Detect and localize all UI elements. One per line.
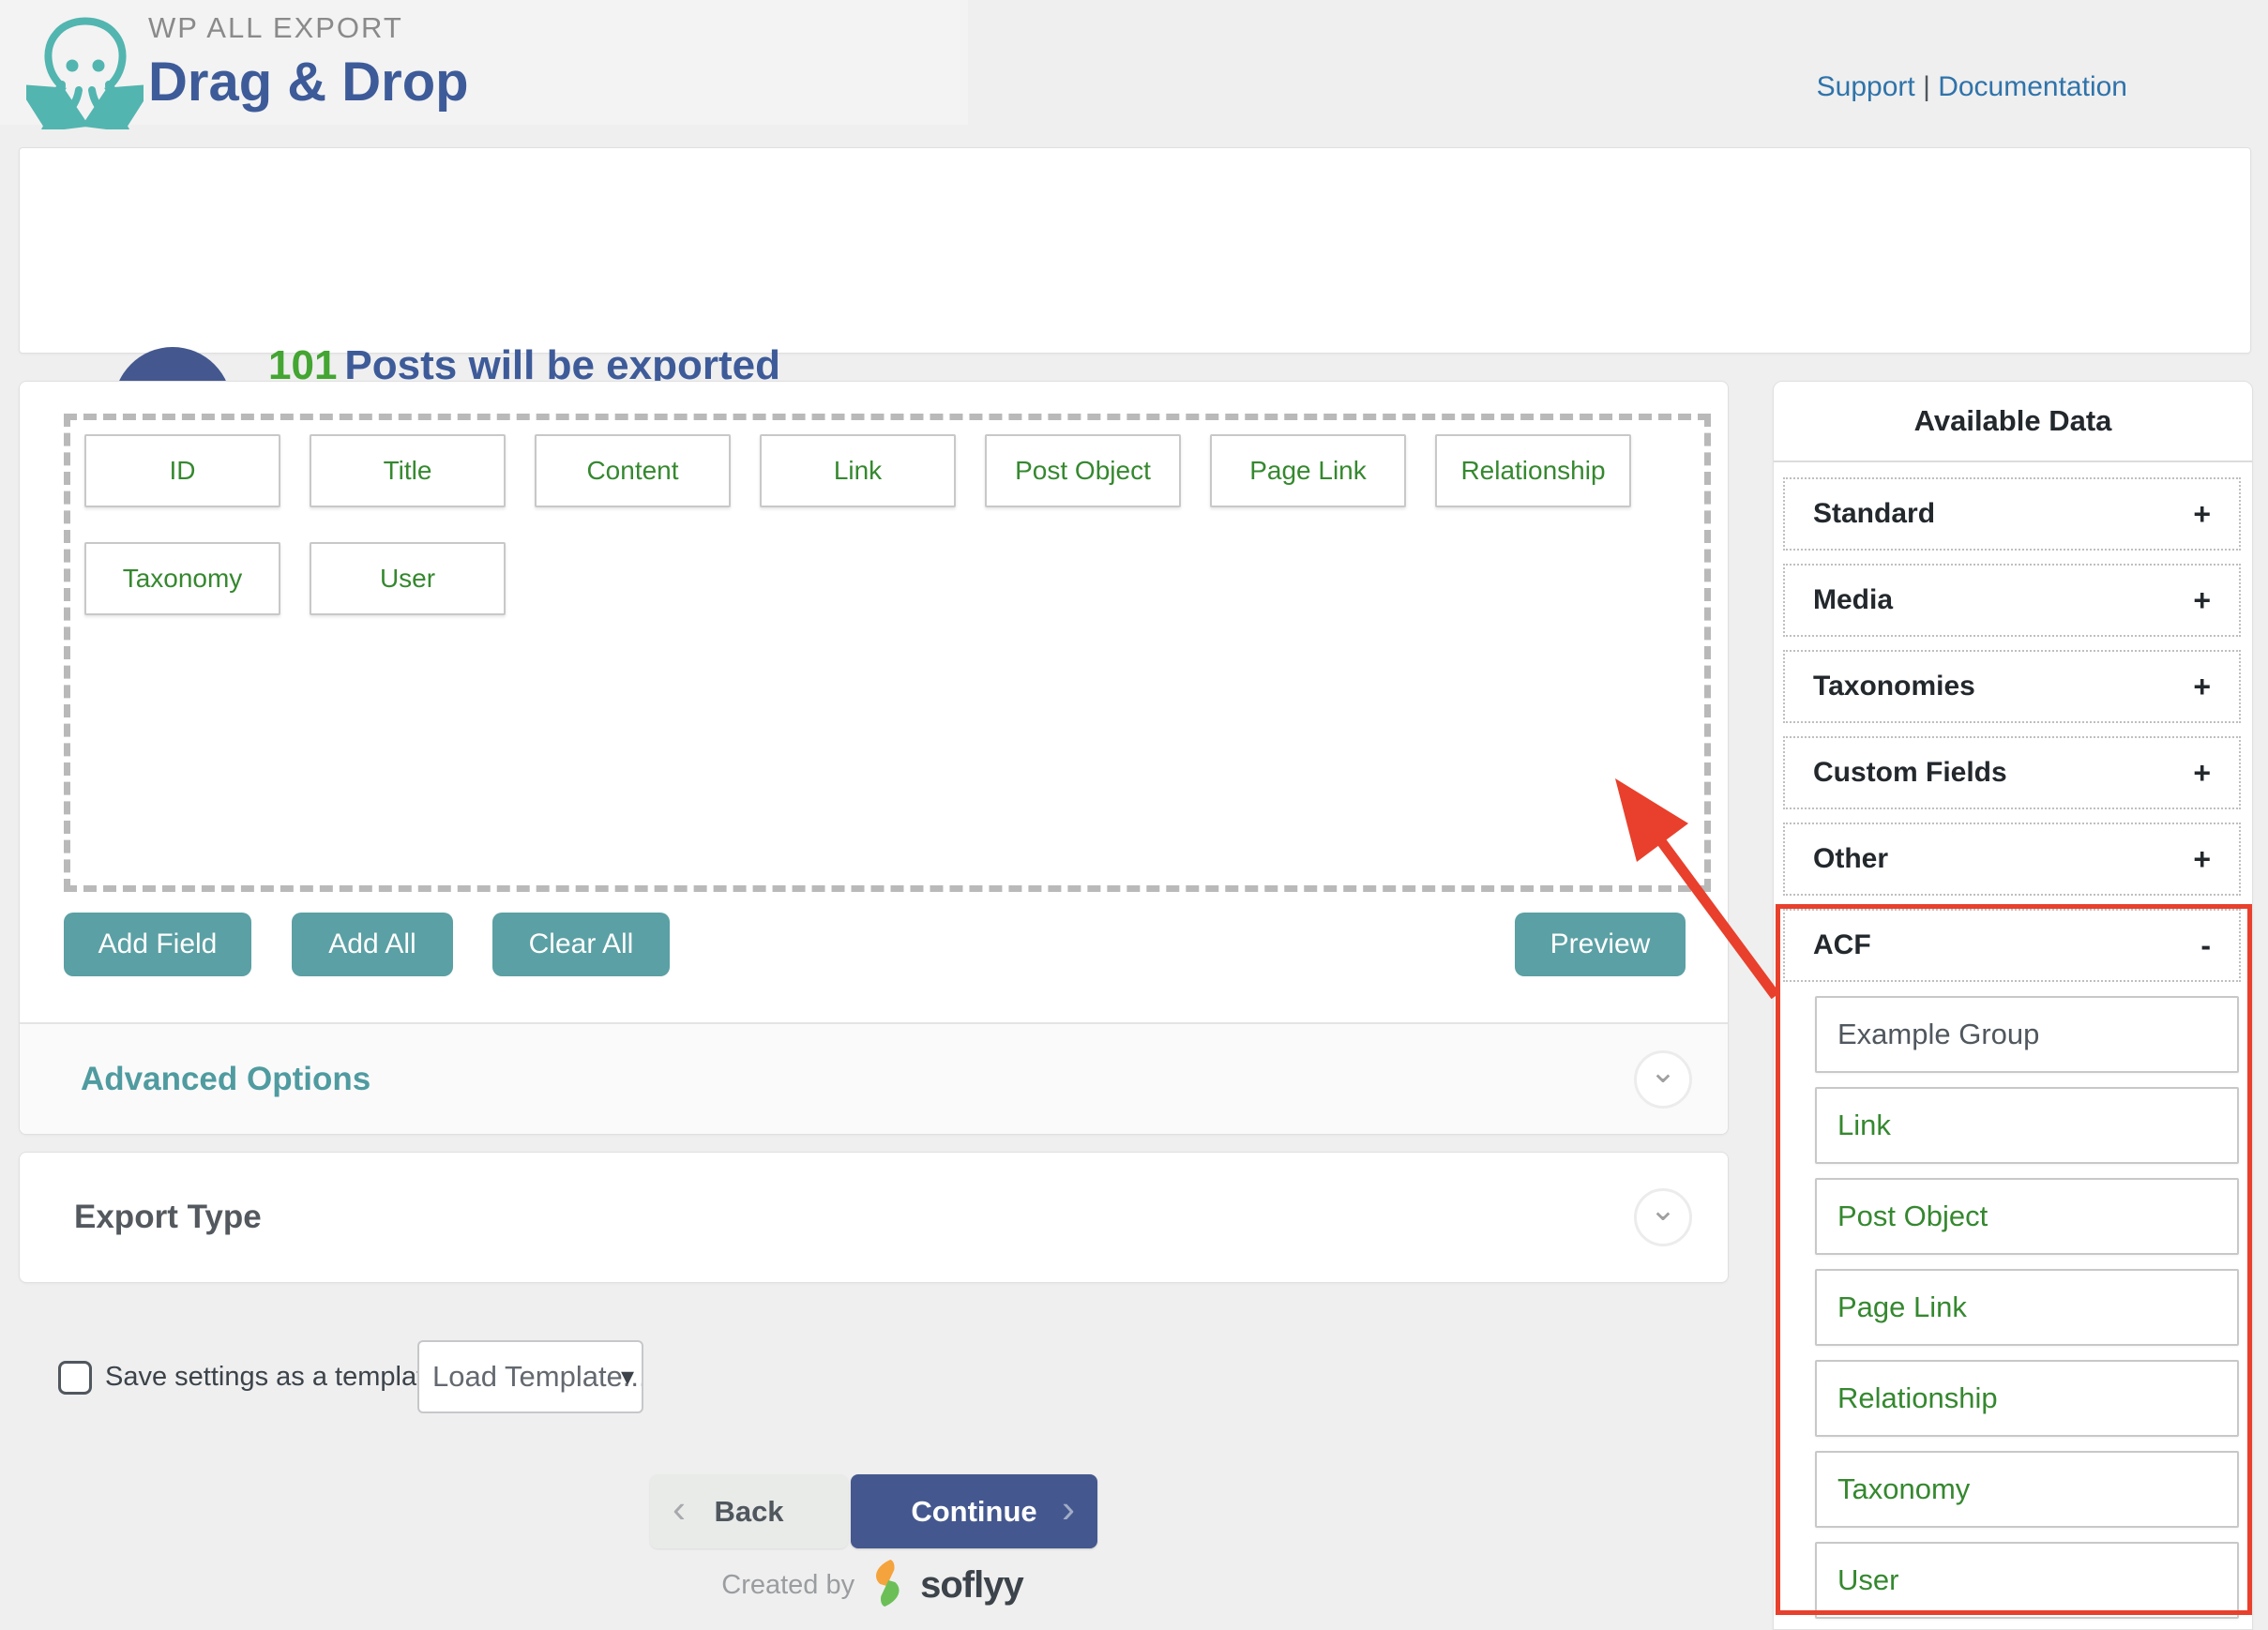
- chevron-right-icon: ›: [1062, 1487, 1075, 1532]
- field-chip-user[interactable]: User: [310, 542, 506, 615]
- field-chip-id[interactable]: ID: [84, 434, 280, 507]
- acf-item-relationship[interactable]: Relationship: [1815, 1360, 2239, 1437]
- acf-item-post-object[interactable]: Post Object: [1815, 1178, 2239, 1255]
- brand-top-label: WP ALL EXPORT: [148, 11, 469, 45]
- header-links: Support | Documentation: [1817, 71, 2127, 103]
- link-separator: |: [1915, 71, 1938, 102]
- field-chip-title[interactable]: Title: [310, 434, 506, 507]
- sidebar-section-taxonomies[interactable]: Taxonomies +: [1783, 650, 2241, 723]
- field-chip-link[interactable]: Link: [760, 434, 956, 507]
- field-chip-page-link[interactable]: Page Link: [1210, 434, 1406, 507]
- sidebar-section-custom-fields[interactable]: Custom Fields +: [1783, 736, 2241, 809]
- clear-all-button[interactable]: Clear All: [492, 913, 670, 976]
- add-field-button[interactable]: Add Field: [64, 913, 251, 976]
- field-chip-content[interactable]: Content: [535, 434, 731, 507]
- expand-icon[interactable]: +: [2193, 756, 2211, 791]
- acf-items-list: Example Group Link Post Object Page Link…: [1815, 996, 2239, 1619]
- available-data-title: Available Data: [1774, 382, 2252, 462]
- drag-drop-zone[interactable]: ID Title Content Link Post Object Page L…: [64, 414, 1711, 892]
- load-template-value: Load Template...: [432, 1360, 643, 1394]
- field-chip-relationship[interactable]: Relationship: [1435, 434, 1631, 507]
- advanced-options-label: Advanced Options: [81, 1061, 370, 1098]
- back-button[interactable]: ‹ Back: [650, 1474, 848, 1548]
- expand-icon[interactable]: +: [2193, 497, 2211, 532]
- header-band: [0, 0, 968, 125]
- load-template-select[interactable]: Load Template... ▾: [417, 1340, 643, 1413]
- export-type-label: Export Type: [74, 1199, 262, 1236]
- acf-item-taxonomy[interactable]: Taxonomy: [1815, 1451, 2239, 1528]
- footer: Created by soflyy: [721, 1559, 1022, 1612]
- acf-item-link[interactable]: Link: [1815, 1087, 2239, 1164]
- select-caret-icon: ▾: [621, 1361, 634, 1392]
- sidebar-section-standard[interactable]: Standard +: [1783, 477, 2241, 551]
- field-chip-taxonomy[interactable]: Taxonomy: [84, 542, 280, 615]
- save-template-label: Save settings as a template: [105, 1362, 439, 1393]
- acf-item-user[interactable]: User: [1815, 1542, 2239, 1619]
- collapse-icon[interactable]: -: [2200, 928, 2211, 963]
- save-template-checkbox[interactable]: [58, 1361, 92, 1395]
- available-data-sidebar: Available Data Standard + Media + Taxono…: [1773, 381, 2253, 1630]
- page-title: Drag & Drop: [148, 51, 469, 113]
- export-builder-panel: ID Title Content Link Post Object Page L…: [19, 381, 1729, 1135]
- wp-all-export-octopus-logo-icon: [26, 8, 144, 129]
- created-by-label: Created by: [721, 1570, 854, 1601]
- continue-button[interactable]: Continue ›: [851, 1474, 1097, 1548]
- export-type-section[interactable]: Export Type ⌄: [19, 1152, 1729, 1283]
- soflyy-brand-name: soflyy: [920, 1564, 1023, 1607]
- chevron-left-icon: ‹: [673, 1487, 686, 1532]
- advanced-options-section[interactable]: Advanced Options ⌄: [20, 1022, 1728, 1134]
- acf-item-example-group[interactable]: Example Group: [1815, 996, 2239, 1073]
- sidebar-section-acf[interactable]: ACF -: [1783, 909, 2241, 982]
- chevron-down-icon[interactable]: ⌄: [1634, 1050, 1692, 1109]
- export-summary-card: 101Posts will be exported Drag & drop da…: [19, 147, 2251, 354]
- chevron-down-icon[interactable]: ⌄: [1634, 1188, 1692, 1246]
- expand-icon[interactable]: +: [2193, 583, 2211, 618]
- preview-button[interactable]: Preview: [1515, 913, 1686, 976]
- continue-label: Continue: [911, 1495, 1036, 1529]
- sidebar-section-other[interactable]: Other +: [1783, 823, 2241, 896]
- expand-icon[interactable]: +: [2193, 670, 2211, 704]
- add-all-button[interactable]: Add All: [292, 913, 453, 976]
- acf-item-page-link[interactable]: Page Link: [1815, 1269, 2239, 1346]
- expand-icon[interactable]: +: [2193, 842, 2211, 877]
- sidebar-section-media[interactable]: Media +: [1783, 564, 2241, 637]
- soflyy-logo-icon: [868, 1559, 907, 1612]
- documentation-link[interactable]: Documentation: [1938, 71, 2127, 102]
- back-label: Back: [714, 1495, 783, 1529]
- support-link[interactable]: Support: [1817, 71, 1915, 102]
- field-chip-post-object[interactable]: Post Object: [985, 434, 1181, 507]
